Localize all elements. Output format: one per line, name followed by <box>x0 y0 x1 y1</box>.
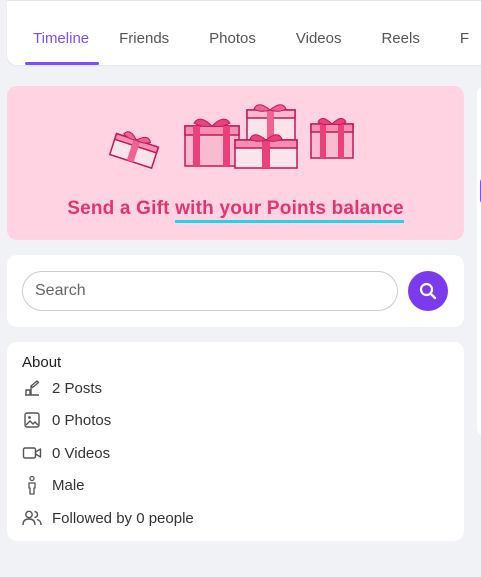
right-column-partial <box>477 86 481 436</box>
video-icon <box>22 443 42 463</box>
about-followers-text: Followed by 0 people <box>52 509 194 527</box>
banner-headline: Send a Gift with your Points balance <box>7 198 464 223</box>
about-photos-text: 0 Photos <box>52 411 112 429</box>
tab-reels[interactable]: Reels <box>361 13 439 65</box>
send-gift-banner[interactable]: Send a Gift with your Points balance <box>7 86 464 240</box>
tab-partial[interactable]: F <box>440 13 469 65</box>
about-posts-text: 2 Posts <box>52 379 103 397</box>
tab-photos[interactable]: Photos <box>189 13 276 65</box>
profile-tab-bar: Timeline Friends Photos Videos Reels F <box>7 0 481 65</box>
about-item-gender: Male <box>22 474 85 496</box>
search-button[interactable] <box>408 271 448 311</box>
about-card: About 2 Posts 0 Photos 0 Videos Male Fol… <box>7 342 464 541</box>
about-item-photos: 0 Photos <box>22 409 111 431</box>
about-gender-text: Male <box>52 476 85 494</box>
tab-friends[interactable]: Friends <box>99 13 189 65</box>
gift-boxes-illustration <box>108 104 354 170</box>
about-item-posts: 2 Posts <box>22 377 102 399</box>
search-icon <box>419 282 437 300</box>
image-icon <box>22 410 42 430</box>
followers-icon <box>22 508 42 528</box>
tab-videos[interactable]: Videos <box>276 13 362 65</box>
tab-timeline[interactable]: Timeline <box>7 13 100 65</box>
male-icon <box>22 475 42 495</box>
posts-icon <box>22 378 42 398</box>
banner-text-plain: Send a Gift <box>67 198 176 219</box>
search-input[interactable] <box>22 271 398 311</box>
about-item-videos: 0 Videos <box>22 442 110 464</box>
search-card <box>7 255 464 327</box>
banner-text-underlined: with your Points balance <box>175 198 404 223</box>
about-item-followers: Followed by 0 people <box>22 507 194 529</box>
about-title: About <box>22 354 62 371</box>
tab-list: Timeline Friends Photos Videos Reels F <box>7 13 469 65</box>
about-videos-text: 0 Videos <box>52 444 111 462</box>
